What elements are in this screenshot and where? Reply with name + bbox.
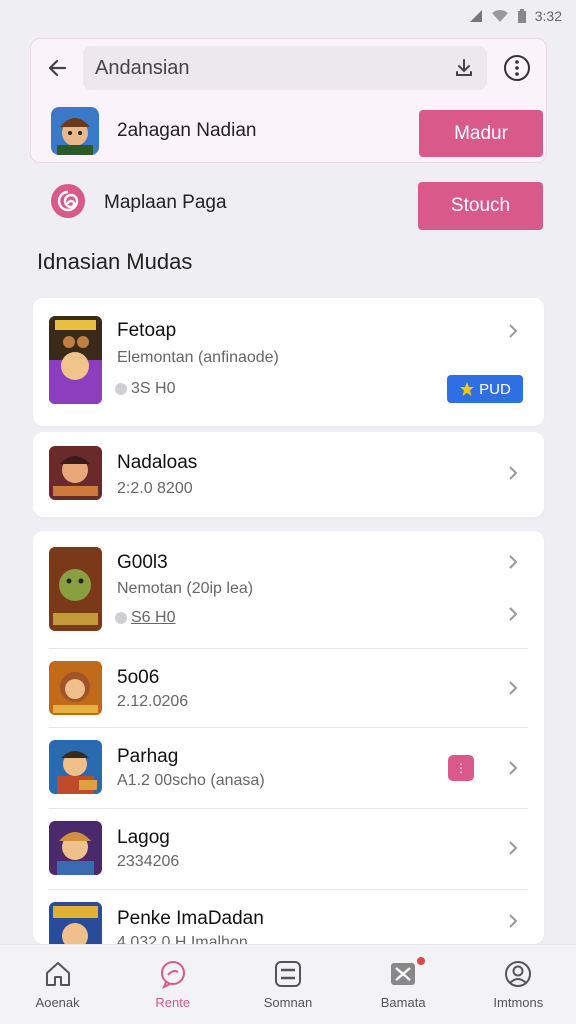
list-item[interactable]: 5o06 2.12.0206 <box>33 649 544 727</box>
game-thumbnail <box>49 446 102 500</box>
item-subtitle: A1.2 00scho (anasa) <box>117 772 265 789</box>
list-item[interactable]: Penke ImaDadan 4.032 0 H Imalhon <box>33 890 544 944</box>
search-field[interactable] <box>83 46 487 90</box>
game-thumbnail <box>49 821 102 875</box>
grid-icon <box>274 961 301 987</box>
item-title: Parhag <box>117 746 179 767</box>
list-item[interactable]: Parhag A1.2 00scho (anasa) ⋮ <box>33 728 544 808</box>
list-item[interactable]: Fetoap Elemontan (anfinaode) 3S H0 PUD <box>33 298 544 426</box>
battery-icon <box>517 8 526 23</box>
status-bar: 3:32 <box>0 0 576 32</box>
nav-label: Rente <box>155 995 191 1010</box>
game-list-card: G00l3 Nemotan (20ip lea) S6 H0 5o06 2.12… <box>33 531 544 944</box>
item-title: Penke ImaDadan <box>117 908 264 929</box>
back-arrow-icon[interactable] <box>45 55 71 81</box>
game-thumbnail <box>49 547 102 631</box>
item-meta: S6 H0 <box>115 609 175 627</box>
download-icon[interactable] <box>453 57 475 85</box>
nav-label: Aoenak <box>35 995 80 1010</box>
rating-badge[interactable]: PUD <box>447 375 523 403</box>
chevron-right-icon <box>509 841 518 855</box>
update-badge-icon[interactable]: ⋮ <box>448 755 474 781</box>
search-input[interactable] <box>95 56 425 80</box>
home-icon <box>45 962 70 986</box>
section-title: Idnasian Mudas <box>37 249 193 274</box>
list-item[interactable]: Nadaloas 2:2.0 8200 <box>33 432 544 517</box>
notification-dot <box>417 957 426 965</box>
chevron-right-icon <box>509 761 518 775</box>
item-title: 5o06 <box>117 667 160 688</box>
chevron-right-icon <box>509 324 518 338</box>
nav-item-imtmons[interactable]: Imtmons <box>468 959 568 1010</box>
nav-label: Imtmons <box>493 995 544 1010</box>
nav-item-rente[interactable]: Rente <box>123 959 223 1010</box>
bottom-navigation: Aoenak Rente Somnan Bamata Imtmons <box>0 944 576 1024</box>
chevron-right-icon <box>509 681 518 695</box>
spiral-icon <box>50 183 86 224</box>
list-item[interactable]: Lagog 2334206 <box>33 809 544 889</box>
item-subtitle: Elemontan (anfinaode) <box>117 349 279 366</box>
item-title: G00l3 <box>117 552 168 573</box>
nav-item-somnan[interactable]: Somnan <box>238 959 338 1010</box>
game-card: Fetoap Elemontan (anfinaode) 3S H0 PUD <box>33 298 544 426</box>
chat-icon <box>160 961 185 989</box>
chevron-right-icon <box>509 914 518 928</box>
signal-icon <box>469 10 482 22</box>
list-item[interactable]: G00l3 Nemotan (20ip lea) S6 H0 <box>33 531 544 648</box>
chevron-right-icon <box>509 555 518 569</box>
item-meta: 3S H0 <box>115 380 175 398</box>
game-icon <box>391 963 416 985</box>
status-dot-icon <box>115 612 127 624</box>
header-card: 2ahagan Nadian Madur <box>30 38 547 163</box>
game-thumbnail <box>49 740 102 794</box>
page-row-label: Maplaan Paga <box>104 192 227 213</box>
stouch-button[interactable]: Stouch <box>418 182 543 230</box>
nav-item-bamata[interactable]: Bamata <box>353 957 453 1010</box>
badge-label: PUD <box>479 380 511 398</box>
game-thumbnail <box>49 902 102 944</box>
item-subtitle: 2334206 <box>117 853 180 870</box>
featured-app-label: 2ahagan Nadian <box>117 120 257 141</box>
more-options-icon[interactable] <box>502 53 532 83</box>
item-meta-text: 3S H0 <box>131 380 176 397</box>
nav-item-home[interactable]: Aoenak <box>8 959 108 1010</box>
item-subtitle: 4.032 0 H Imalhon <box>117 934 248 944</box>
item-title: Lagog <box>117 827 170 848</box>
chevron-right-icon <box>509 607 518 621</box>
status-time: 3:32 <box>534 8 562 24</box>
star-icon <box>460 382 475 396</box>
item-subtitle: 2:2.0 8200 <box>117 480 193 497</box>
item-meta-text: S6 H0 <box>131 609 176 626</box>
item-subtitle: Nemotan (20ip lea) <box>117 580 254 597</box>
nav-label: Bamata <box>380 995 426 1010</box>
item-title: Fetoap <box>117 320 177 341</box>
status-dot-icon <box>115 383 127 395</box>
chevron-right-icon <box>509 466 518 480</box>
nav-label: Somnan <box>263 995 313 1010</box>
game-thumbnail <box>49 661 102 715</box>
profile-icon <box>505 961 532 987</box>
game-thumbnail <box>49 316 102 404</box>
wifi-icon <box>491 10 508 22</box>
app-icon <box>51 107 99 155</box>
item-title: Nadaloas <box>117 452 198 473</box>
game-card: Nadaloas 2:2.0 8200 <box>33 432 544 517</box>
item-subtitle: 2.12.0206 <box>117 693 189 710</box>
madur-button[interactable]: Madur <box>419 110 543 157</box>
